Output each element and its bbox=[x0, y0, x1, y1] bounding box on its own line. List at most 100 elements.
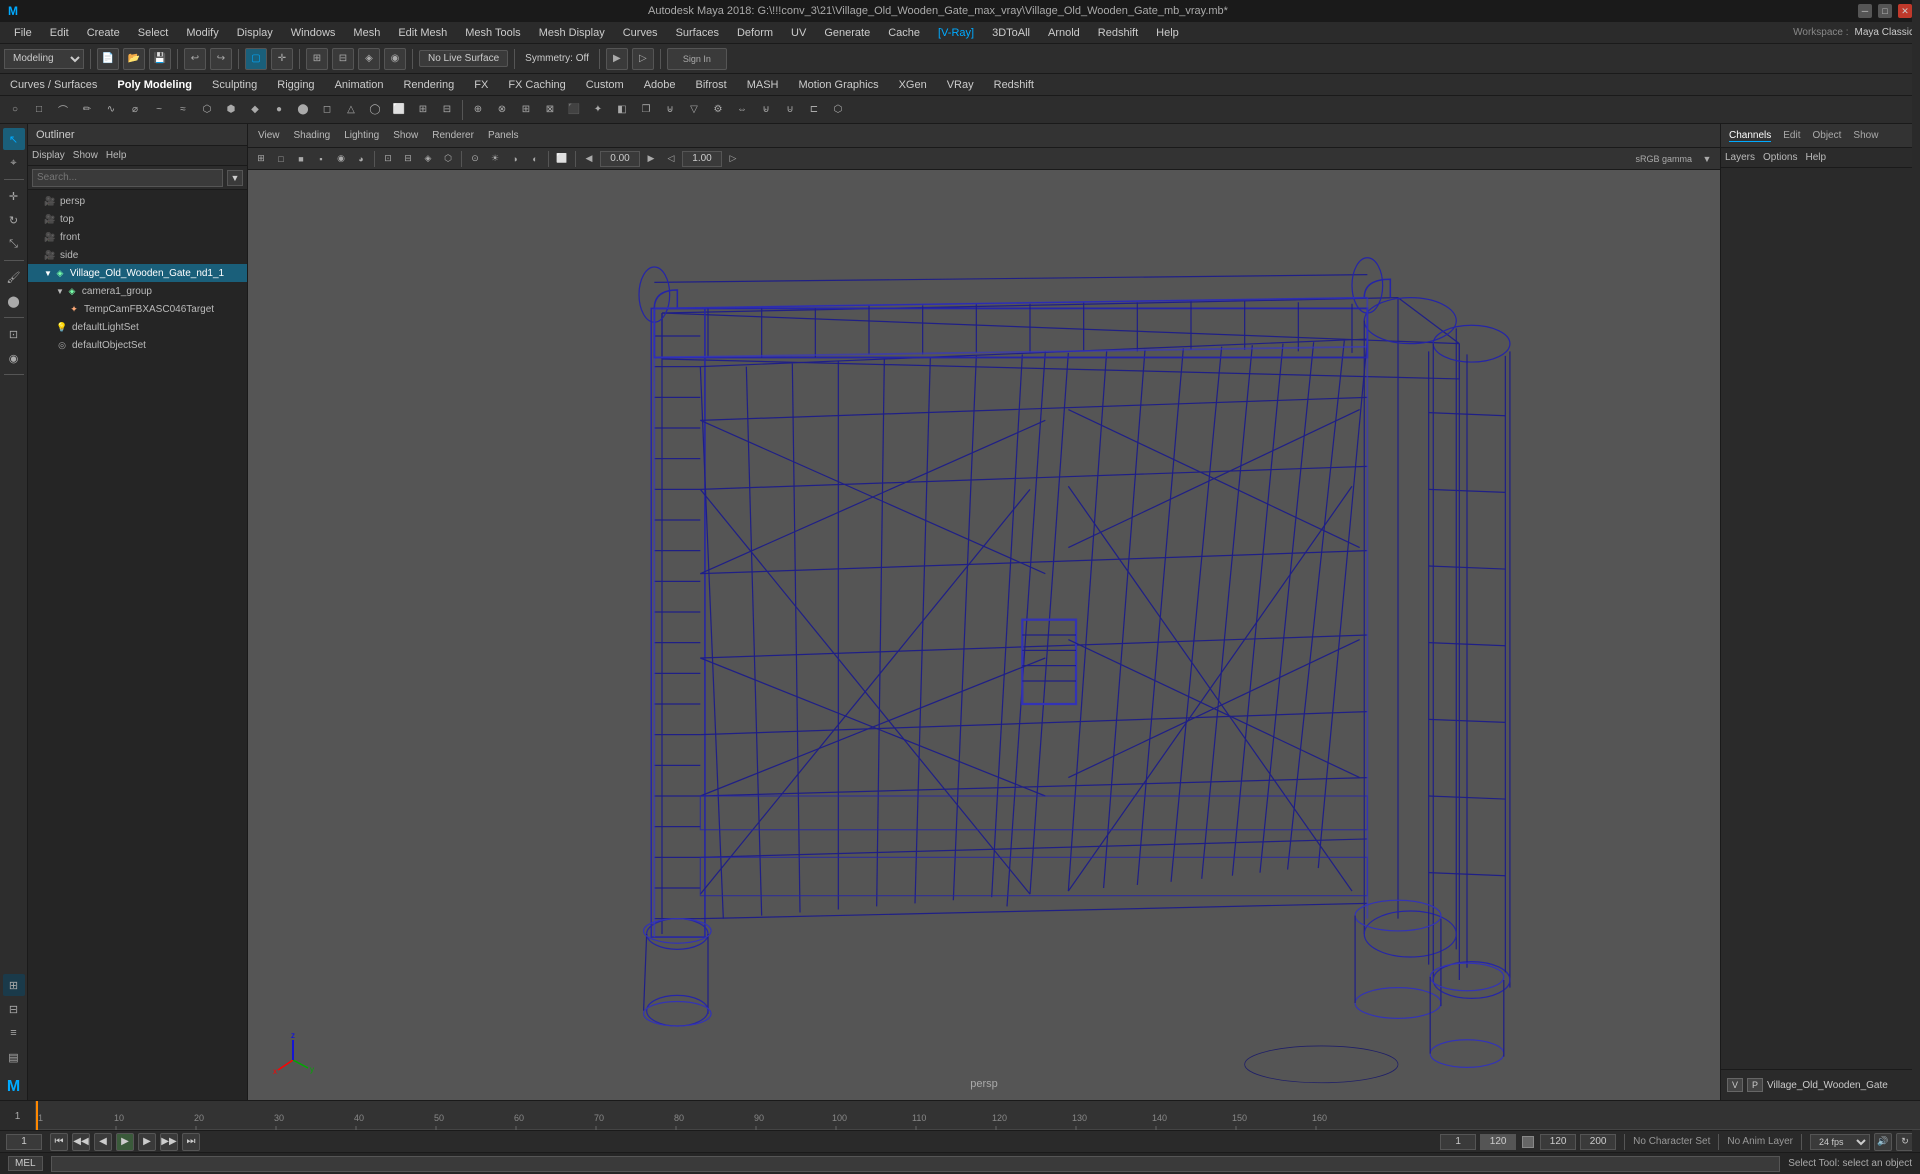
transform-btn[interactable]: ✛ bbox=[271, 48, 293, 70]
menu-vray[interactable]: [V-Ray] bbox=[930, 25, 982, 41]
vp-icon-cam-light[interactable]: ◉ bbox=[332, 150, 350, 168]
sign-in-btn[interactable]: Sign In bbox=[667, 48, 727, 70]
render2-btn[interactable]: ▷ bbox=[632, 48, 654, 70]
vp-icon-ao[interactable]: ◐ bbox=[526, 150, 544, 168]
tool-boolean[interactable]: ⊎ bbox=[659, 99, 681, 121]
shelf-animation[interactable]: Animation bbox=[331, 77, 388, 93]
prev-key-btn[interactable]: ◀◀ bbox=[72, 1133, 90, 1151]
vp-gamma-dropdown[interactable]: ▼ bbox=[1698, 150, 1716, 168]
tree-item-top[interactable]: 🎥 top bbox=[28, 210, 247, 228]
shelf-fx[interactable]: FX bbox=[470, 77, 492, 93]
tree-item-tempcam[interactable]: ✦ TempCamFBXASC046Target bbox=[28, 300, 247, 318]
paint-btn[interactable]: 🖌 bbox=[3, 266, 25, 288]
rotate-tool-btn[interactable]: ↻ bbox=[3, 209, 25, 231]
redo-btn[interactable]: ↪ bbox=[210, 48, 232, 70]
tree-item-front[interactable]: 🎥 front bbox=[28, 228, 247, 246]
menu-select[interactable]: Select bbox=[130, 25, 177, 41]
tree-item-persp[interactable]: 🎥 persp bbox=[28, 192, 247, 210]
vp-menu-shading[interactable]: Shading bbox=[290, 128, 335, 143]
tool-curve1[interactable]: ∿ bbox=[100, 99, 122, 121]
tool-split[interactable]: ⊗ bbox=[491, 99, 513, 121]
tool-curve4[interactable]: ≈ bbox=[172, 99, 194, 121]
tool-separate[interactable]: ⊍ bbox=[779, 99, 801, 121]
menu-3dtoall[interactable]: 3DToAll bbox=[984, 25, 1038, 41]
tool-smooth[interactable]: ⊟ bbox=[436, 99, 458, 121]
vp-icon-cam-solid[interactable]: ■ bbox=[292, 150, 310, 168]
tool-sphere[interactable]: ● bbox=[268, 99, 290, 121]
tool-cylinder[interactable]: ⬤ bbox=[292, 99, 314, 121]
select-arrow-btn[interactable]: ↖ bbox=[3, 128, 25, 150]
playback-end-input[interactable] bbox=[1540, 1134, 1576, 1150]
shelf-mash[interactable]: MASH bbox=[743, 77, 783, 93]
display-toggle1[interactable]: ⊟ bbox=[3, 998, 25, 1020]
viewport-3d[interactable]: x y z persp bbox=[248, 170, 1720, 1100]
rp-tab-edit[interactable]: Edit bbox=[1783, 130, 1800, 142]
vp-icon-cam-shadow[interactable]: ◕ bbox=[352, 150, 370, 168]
vp-menu-lighting[interactable]: Lighting bbox=[340, 128, 383, 143]
tool-extrude[interactable]: ⬡ bbox=[196, 99, 218, 121]
tool-pen[interactable]: ✏ bbox=[76, 99, 98, 121]
shelf-bifrost[interactable]: Bifrost bbox=[692, 77, 731, 93]
new-scene-btn[interactable]: 📄 bbox=[97, 48, 119, 70]
fps-selector[interactable]: 24 fps 30 fps bbox=[1810, 1134, 1870, 1150]
current-frame-input[interactable] bbox=[6, 1134, 42, 1150]
scene-end-input[interactable] bbox=[1580, 1134, 1616, 1150]
lasso-select-btn[interactable]: ⌖ bbox=[3, 152, 25, 174]
shelf-rendering[interactable]: Rendering bbox=[399, 77, 458, 93]
vp-menu-show[interactable]: Show bbox=[389, 128, 422, 143]
tool-cube[interactable]: ◻ bbox=[316, 99, 338, 121]
tool-delete-edge[interactable]: ⊠ bbox=[539, 99, 561, 121]
playhead[interactable] bbox=[36, 1101, 38, 1130]
timeline-ruler[interactable]: 1 10 20 30 40 50 60 70 80 90 100 110 120 bbox=[36, 1101, 1920, 1130]
tree-item-camera1-group[interactable]: ▼ ◈ camera1_group bbox=[28, 282, 247, 300]
tool-insert-edge[interactable]: ⊞ bbox=[515, 99, 537, 121]
snap1-btn[interactable]: ⊞ bbox=[306, 48, 328, 70]
tool-plane[interactable]: ⬜ bbox=[388, 99, 410, 121]
menu-mesh-display[interactable]: Mesh Display bbox=[531, 25, 613, 41]
menu-file[interactable]: File bbox=[6, 25, 40, 41]
vp-icon-smooth2[interactable]: ◈ bbox=[419, 150, 437, 168]
vp-icon-gamma-up[interactable]: ▷ bbox=[724, 150, 742, 168]
vp-icon-light-type[interactable]: ☀ bbox=[486, 150, 504, 168]
vp-icon-exposure-down[interactable]: ◀ bbox=[580, 150, 598, 168]
tool-poke[interactable]: ✦ bbox=[587, 99, 609, 121]
tool-mirror[interactable]: ⇔ bbox=[731, 99, 753, 121]
tool-circle[interactable]: ○ bbox=[4, 99, 26, 121]
mode-selector[interactable]: Modeling bbox=[4, 49, 84, 69]
tool-arc[interactable]: ⌒ bbox=[52, 99, 74, 121]
menu-curves[interactable]: Curves bbox=[615, 25, 666, 41]
vp-gamma-value[interactable] bbox=[682, 151, 722, 167]
command-input[interactable] bbox=[51, 1156, 1781, 1172]
outliner-help-menu[interactable]: Help bbox=[106, 150, 127, 161]
audio-btn[interactable]: 🔊 bbox=[1874, 1133, 1892, 1151]
play-btn[interactable]: ▶ bbox=[116, 1133, 134, 1151]
outliner-search-input[interactable] bbox=[32, 169, 223, 187]
scale-tool-btn[interactable]: ⤡ bbox=[3, 233, 25, 255]
outliner-display-menu[interactable]: Display bbox=[32, 150, 65, 161]
tool-curve3[interactable]: ~ bbox=[148, 99, 170, 121]
vp-icon-cam-wire[interactable]: □ bbox=[272, 150, 290, 168]
tool-reduce[interactable]: ▽ bbox=[683, 99, 705, 121]
menu-display[interactable]: Display bbox=[229, 25, 281, 41]
maximize-btn[interactable]: □ bbox=[1878, 4, 1892, 18]
tool-duplicate[interactable]: ❐ bbox=[635, 99, 657, 121]
menu-mesh[interactable]: Mesh bbox=[345, 25, 388, 41]
tree-item-side[interactable]: 🎥 side bbox=[28, 246, 247, 264]
menu-edit-mesh[interactable]: Edit Mesh bbox=[390, 25, 455, 41]
tool-bridge[interactable]: ◆ bbox=[244, 99, 266, 121]
shelf-poly-modeling[interactable]: Poly Modeling bbox=[113, 77, 196, 93]
sculpt-btn[interactable]: ⬤ bbox=[3, 290, 25, 312]
shelf-redshift[interactable]: Redshift bbox=[990, 77, 1038, 93]
snap-mode-btn[interactable]: ⊡ bbox=[3, 323, 25, 345]
tool-combine[interactable]: ⊌ bbox=[755, 99, 777, 121]
select-tool-btn[interactable]: ▢ bbox=[245, 48, 267, 70]
minimize-btn[interactable]: ─ bbox=[1858, 4, 1872, 18]
menu-windows[interactable]: Windows bbox=[283, 25, 344, 41]
rp-menu-layers[interactable]: Layers bbox=[1725, 152, 1755, 163]
save-btn[interactable]: 💾 bbox=[149, 48, 171, 70]
vp-icon-xray[interactable]: ⊡ bbox=[379, 150, 397, 168]
tree-item-village-gate[interactable]: ▼ ◈ Village_Old_Wooden_Gate_nd1_1 bbox=[28, 264, 247, 282]
move-tool-btn[interactable]: ✛ bbox=[3, 185, 25, 207]
vp-icon-hud[interactable]: ⬜ bbox=[553, 150, 571, 168]
tree-item-defaultobjectset[interactable]: ◎ defaultObjectSet bbox=[28, 336, 247, 354]
